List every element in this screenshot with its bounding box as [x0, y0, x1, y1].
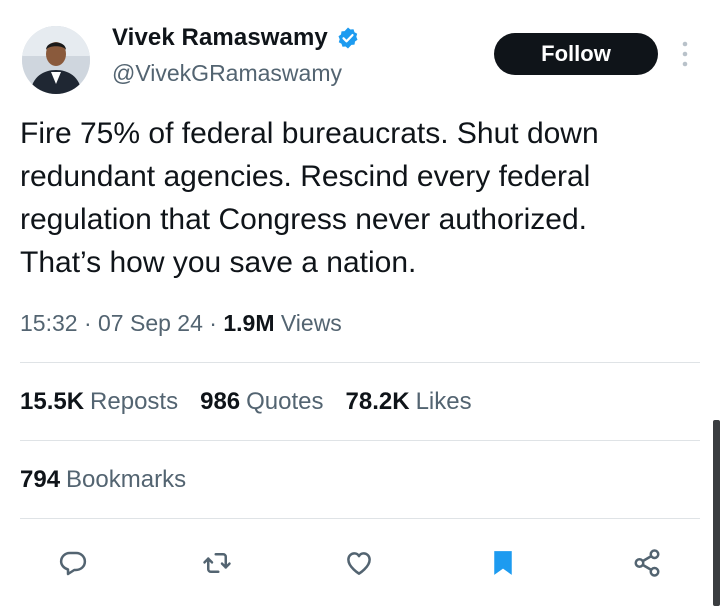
views-count: 1.9M [223, 310, 275, 336]
likes-label: Likes [415, 388, 472, 415]
engagement-stats: 15.5K Reposts 986 Quotes 78.2K Likes [20, 388, 472, 416]
share-icon[interactable] [630, 546, 664, 580]
like-icon[interactable] [342, 546, 376, 580]
bookmarks-count: 794 [20, 466, 61, 493]
reposts-stat[interactable]: 15.5K Reposts [20, 388, 178, 416]
tweet-meta: 15:32 · 07 Sep 24 · 1.9M Views [20, 310, 342, 337]
repost-icon[interactable] [200, 546, 234, 580]
avatar[interactable] [22, 26, 90, 94]
verified-badge-icon [336, 26, 360, 50]
more-options-icon[interactable] [678, 40, 692, 68]
divider [20, 362, 700, 363]
bookmarks-stat[interactable]: 794 Bookmarks [20, 466, 186, 494]
likes-stat[interactable]: 78.2K Likes [346, 388, 472, 416]
divider [20, 518, 700, 519]
author-name-row: Vivek Ramaswamy [112, 24, 360, 52]
reply-icon[interactable] [56, 546, 90, 580]
bookmark-icon[interactable] [486, 546, 520, 580]
quotes-stat[interactable]: 986 Quotes [200, 388, 323, 416]
bookmarks-label: Bookmarks [66, 466, 187, 493]
tweet-date[interactable]: 07 Sep 24 [98, 310, 203, 336]
meta-separator: · [209, 310, 217, 336]
likes-count: 78.2K [345, 388, 410, 415]
quotes-count: 986 [200, 388, 241, 415]
author-display-name[interactable]: Vivek Ramaswamy [112, 24, 328, 52]
reposts-count: 15.5K [20, 388, 85, 415]
divider [20, 440, 700, 441]
scrollbar[interactable] [713, 420, 720, 606]
meta-separator: · [83, 310, 92, 336]
reposts-label: Reposts [90, 388, 179, 415]
tweet-text: Fire 75% of federal bureaucrats. Shut do… [20, 117, 599, 279]
views-label: Views [280, 310, 342, 336]
follow-button[interactable]: Follow [494, 33, 658, 75]
avatar-image [22, 26, 90, 94]
tweet-time[interactable]: 15:32 [20, 310, 78, 336]
author-handle[interactable]: @VivekGRamaswamy [112, 60, 342, 87]
quotes-label: Quotes [246, 388, 324, 415]
